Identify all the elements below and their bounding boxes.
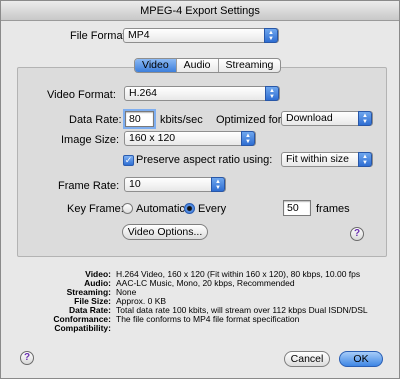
key-frame-automatic-radio[interactable] [122, 203, 133, 214]
every-label: Every [198, 203, 227, 215]
key-frame-label: Key Frame: [67, 203, 124, 215]
data-rate-input[interactable]: 80 [123, 109, 156, 129]
summary-value-conformance: The file conforms to MP4 file format spe… [116, 314, 300, 324]
key-frame-interval-input[interactable]: 50 [283, 200, 311, 216]
preserve-method-popup[interactable]: Fit within size ▲ ▼ [281, 152, 373, 167]
video-format-popup[interactable]: H.264 ▲ ▼ [124, 86, 280, 101]
preserve-aspect-label: Preserve aspect ratio using: [136, 154, 273, 166]
optimized-for-label: Optimized for: [216, 114, 285, 126]
optimized-for-value: Download [286, 112, 333, 124]
file-format-popup[interactable]: MP4 ▲ ▼ [123, 28, 279, 43]
tab-streaming[interactable]: Streaming [219, 59, 281, 72]
help-icon[interactable]: ? [20, 351, 34, 365]
window-title: MPEG-4 Export Settings [1, 1, 399, 21]
export-settings-window: MPEG-4 Export Settings File Format: MP4 … [0, 0, 400, 379]
optimized-for-popup[interactable]: Download ▲ ▼ [281, 111, 373, 126]
frame-rate-label: Frame Rate: [58, 180, 120, 192]
image-size-label: Image Size: [61, 134, 120, 146]
help-icon[interactable]: ? [350, 227, 364, 241]
image-size-value: 160 x 120 [129, 132, 176, 144]
settings-tabs: Video Audio Streaming [134, 58, 282, 73]
file-format-value: MP4 [128, 29, 150, 41]
tab-audio[interactable]: Audio [177, 59, 219, 72]
chevron-updown-icon: ▲ ▼ [241, 131, 255, 146]
chevron-updown-icon: ▲ ▼ [265, 86, 279, 101]
file-format-label: File Format: [70, 30, 129, 42]
checkmark-icon: ✓ [124, 155, 133, 165]
chevron-updown-icon: ▲ ▼ [358, 111, 372, 126]
ok-button[interactable]: OK [339, 351, 383, 367]
automatic-label: Automatic [136, 203, 185, 215]
video-options-button[interactable]: Video Options... [122, 224, 208, 240]
chevron-updown-icon: ▲ ▼ [358, 152, 372, 167]
frame-rate-popup[interactable]: 10 ▲ ▼ [124, 177, 226, 192]
summary-value-audio: AAC-LC Music, Mono, 20 kbps, Recommended [116, 278, 295, 288]
summary-key-compatibility: Compatibility: [54, 323, 111, 333]
key-frame-every-radio[interactable] [184, 203, 195, 214]
chevron-updown-icon: ▲ ▼ [211, 177, 225, 192]
data-rate-label: Data Rate: [69, 114, 122, 126]
image-size-popup[interactable]: 160 x 120 ▲ ▼ [124, 131, 256, 146]
video-format-label: Video Format: [47, 89, 116, 101]
data-rate-unit: kbits/sec [160, 114, 203, 126]
preserve-aspect-checkbox[interactable]: ✓ [123, 155, 134, 166]
chevron-updown-icon: ▲ ▼ [264, 28, 278, 43]
cancel-button[interactable]: Cancel [284, 351, 330, 367]
frame-rate-value: 10 [129, 178, 141, 190]
frames-label: frames [316, 203, 350, 215]
preserve-method-value: Fit within size [286, 153, 350, 165]
video-format-value: H.264 [129, 87, 158, 99]
tab-video[interactable]: Video [135, 59, 177, 72]
